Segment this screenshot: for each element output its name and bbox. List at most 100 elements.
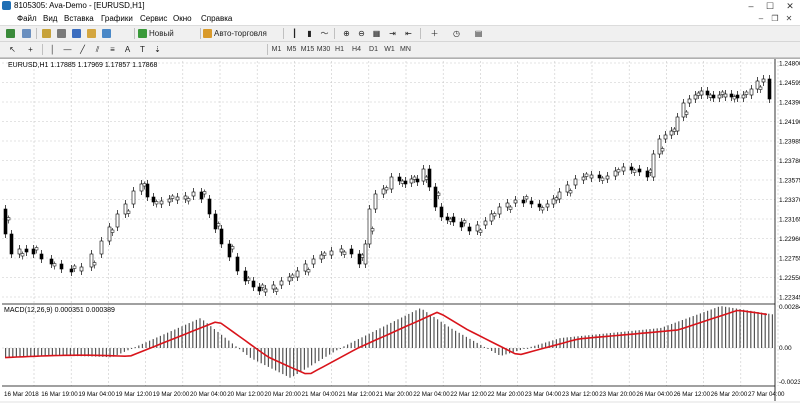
zoom-in-icon[interactable]: ⊕ xyxy=(340,27,353,40)
macd-bar xyxy=(321,348,323,359)
menu-tools[interactable]: Сервис xyxy=(140,12,167,25)
trendline-icon[interactable]: ╱ xyxy=(76,43,89,56)
candle-body xyxy=(415,178,420,183)
macd-bar xyxy=(311,348,313,366)
bar-chart-icon[interactable]: ┃ xyxy=(288,27,301,40)
price-label: 1.23780 xyxy=(779,158,800,165)
candle-body xyxy=(462,220,467,224)
macd-bar xyxy=(534,345,536,348)
macd-bar xyxy=(224,337,226,348)
candle-body xyxy=(306,269,311,273)
candle-body xyxy=(319,254,324,260)
candle-body xyxy=(717,94,722,99)
line-chart-icon[interactable]: 〜 xyxy=(318,27,331,40)
timeframe-m1[interactable]: M1 xyxy=(269,43,284,56)
macd-bar xyxy=(397,319,399,348)
chart-window[interactable]: EURUSD,H1 1.17885 1.17969 1.17857 1.1786… xyxy=(0,58,800,401)
data-window-icon[interactable] xyxy=(55,27,68,40)
timeframe-w1[interactable]: W1 xyxy=(382,43,397,56)
mdi-restore-button[interactable]: ❐ xyxy=(769,13,781,24)
timeframe-m15[interactable]: M15 xyxy=(300,43,315,56)
candle-body xyxy=(645,170,650,178)
strategy-tester-icon[interactable] xyxy=(100,27,113,40)
vertical-line-icon[interactable]: │ xyxy=(46,43,59,56)
periodicity-icon[interactable]: ◷ xyxy=(450,27,463,40)
horizontal-line-icon[interactable]: — xyxy=(61,43,74,56)
new-order-button[interactable]: Новый ордер xyxy=(138,27,198,51)
candle-body xyxy=(663,134,668,140)
candle-body xyxy=(705,90,710,96)
terminal-icon[interactable] xyxy=(85,27,98,40)
macd-bar xyxy=(116,348,118,356)
navigator-icon[interactable] xyxy=(70,27,83,40)
indicators-icon[interactable]: ＋ xyxy=(428,27,441,40)
candlestick-icon[interactable]: ▮ xyxy=(303,27,316,40)
arrow-shapes-icon[interactable]: ⇣ xyxy=(151,43,164,56)
price-label: 1.24190 xyxy=(779,119,800,126)
auto-scroll-icon[interactable]: ⇥ xyxy=(386,27,399,40)
candle-body xyxy=(295,270,300,278)
candle-body xyxy=(322,252,327,256)
fibonacci-icon[interactable]: ≡ xyxy=(106,43,119,56)
timeframe-h1[interactable]: H1 xyxy=(332,43,347,56)
timeframe-m30[interactable]: M30 xyxy=(316,43,331,56)
text-icon[interactable]: A xyxy=(121,43,134,56)
macd-bar xyxy=(30,348,32,357)
market-watch-icon[interactable] xyxy=(40,27,53,40)
macd-signal-line xyxy=(4,309,768,375)
templates-icon[interactable]: ▤ xyxy=(472,27,485,40)
candle-body xyxy=(761,78,766,83)
candle-body xyxy=(183,195,188,200)
candle-body xyxy=(478,229,483,233)
close-button[interactable]: ✕ xyxy=(781,0,799,12)
menu-view[interactable]: Вид xyxy=(43,12,57,25)
macd-bar xyxy=(570,336,572,348)
profiles-icon[interactable] xyxy=(20,27,33,40)
tile-windows-icon[interactable]: ▦ xyxy=(370,27,383,40)
macd-bar xyxy=(365,335,367,348)
zoom-out-icon[interactable]: ⊖ xyxy=(355,27,368,40)
menu-insert[interactable]: Вставка xyxy=(64,12,94,25)
menu-help[interactable]: Справка xyxy=(201,12,232,25)
new-chart-icon[interactable] xyxy=(4,27,17,40)
equidistant-channel-icon[interactable]: ⫽ xyxy=(91,43,104,56)
cursor-icon[interactable]: ↖ xyxy=(6,43,19,56)
macd-bar xyxy=(336,348,338,351)
crosshair-icon[interactable]: + xyxy=(24,43,37,56)
macd-bar xyxy=(307,348,309,368)
macd-bar xyxy=(289,348,291,378)
timeframe-h4[interactable]: H4 xyxy=(349,43,364,56)
mdi-minimize-button[interactable]: – xyxy=(755,13,767,24)
macd-bar xyxy=(401,317,403,348)
maximize-button[interactable]: ☐ xyxy=(761,0,779,12)
candle-body xyxy=(699,90,704,96)
macd-bar xyxy=(415,310,417,348)
price-chart[interactable]: EURUSD,H1 1.17885 1.17969 1.17857 1.1786… xyxy=(0,59,800,401)
macd-bar xyxy=(602,333,604,348)
candle-body xyxy=(342,251,347,255)
candle-body xyxy=(565,184,570,193)
macd-bar xyxy=(750,310,752,348)
candle-body xyxy=(711,94,716,99)
timeframe-m5[interactable]: M5 xyxy=(284,43,299,56)
macd-bar xyxy=(491,348,493,351)
candle-body xyxy=(110,229,115,233)
minimize-button[interactable]: – xyxy=(742,0,760,12)
candle-body xyxy=(687,98,692,104)
text-label-icon[interactable]: T xyxy=(136,43,149,56)
menu-charts[interactable]: Графики xyxy=(101,12,133,25)
chart-header: EURUSD,H1 1.17885 1.17969 1.17857 1.1786… xyxy=(8,62,158,69)
menu-file[interactable]: Файл xyxy=(17,12,37,25)
price-label: 1.23165 xyxy=(779,217,800,224)
candle-body xyxy=(357,253,362,265)
timeframe-d1[interactable]: D1 xyxy=(366,43,381,56)
chart-shift-icon[interactable]: ⇤ xyxy=(402,27,415,40)
menu-window[interactable]: Окно xyxy=(173,12,192,25)
timeframe-mn[interactable]: MN xyxy=(398,43,413,56)
candle-body xyxy=(230,246,235,250)
macd-bar xyxy=(163,334,165,348)
candle-body xyxy=(6,217,11,221)
time-label: 20 Mar 04:00 xyxy=(190,391,227,398)
mdi-close-button[interactable]: ✕ xyxy=(783,13,795,24)
auto-trading-button[interactable]: Авто-торговля xyxy=(203,27,278,40)
